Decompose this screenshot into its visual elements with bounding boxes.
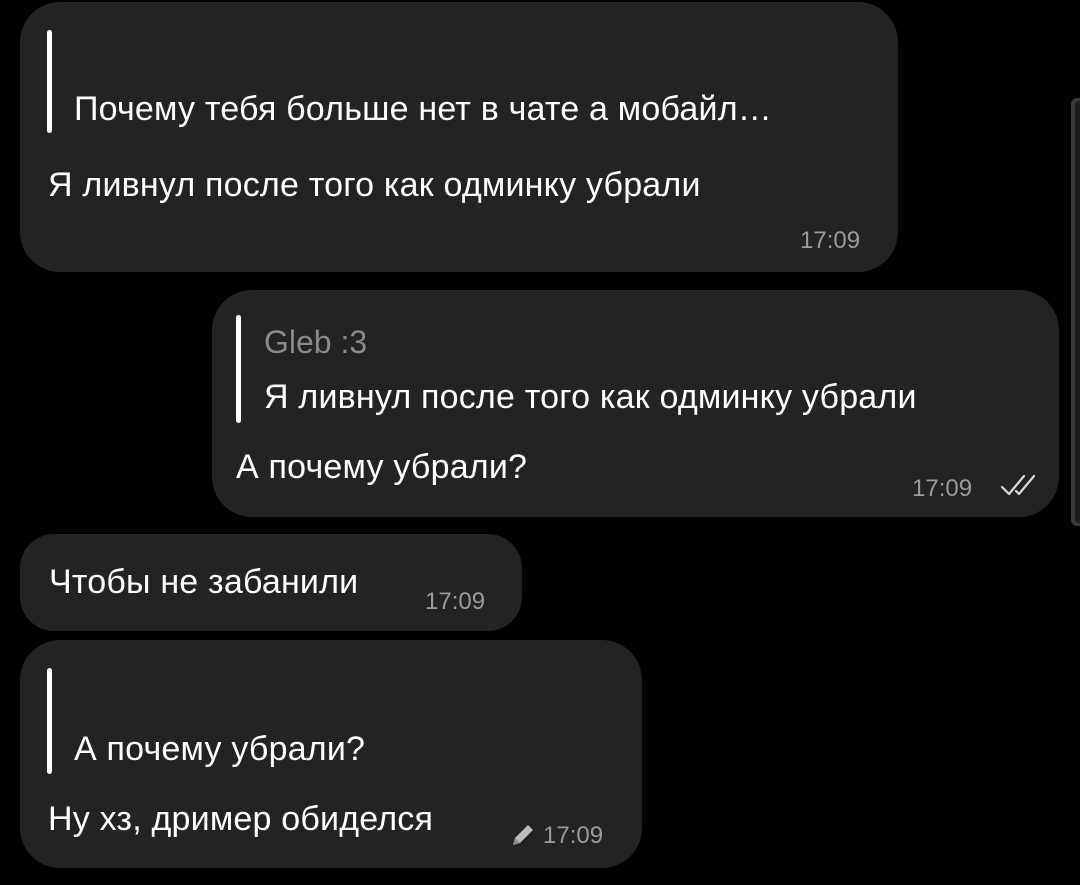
reply-quote-bar <box>47 30 52 133</box>
message-bubble-incoming[interactable]: Чтобы не забанили 17:09 <box>20 534 522 631</box>
reply-quote-bar <box>236 315 241 423</box>
message-time: 17:09 <box>425 588 486 615</box>
message-time: 17:09 <box>543 822 604 849</box>
reply-quote-text: Почему тебя больше нет в чате а мобайл… <box>74 90 772 128</box>
message-text: Ну хз, дример обиделся <box>48 800 434 838</box>
message-time: 17:09 <box>800 227 861 254</box>
message-text: Я ливнул после того как одминку убрали <box>48 166 701 204</box>
reply-quote-bar <box>47 668 52 774</box>
message-bubble-outgoing[interactable]: Gleb :3 Я ливнул после того как одминку … <box>212 290 1059 517</box>
reply-quote-text: Я ливнул после того как одминку убрали <box>264 378 917 416</box>
pencil-icon <box>513 825 533 845</box>
message-bubble-incoming[interactable]: Почему тебя больше нет в чате а мобайл… … <box>20 2 898 272</box>
scrollbar-thumb[interactable] <box>1075 101 1080 523</box>
reply-quote-author: Gleb :3 <box>264 324 368 360</box>
message-bubble-incoming[interactable]: А почему убрали? Ну хз, дример обиделся … <box>20 640 642 868</box>
double-check-icon <box>1000 474 1036 496</box>
message-time: 17:09 <box>912 475 973 502</box>
reply-quote-text: А почему убрали? <box>74 730 366 768</box>
message-text: А почему убрали? <box>236 448 528 486</box>
message-text: Чтобы не забанили <box>49 563 359 601</box>
